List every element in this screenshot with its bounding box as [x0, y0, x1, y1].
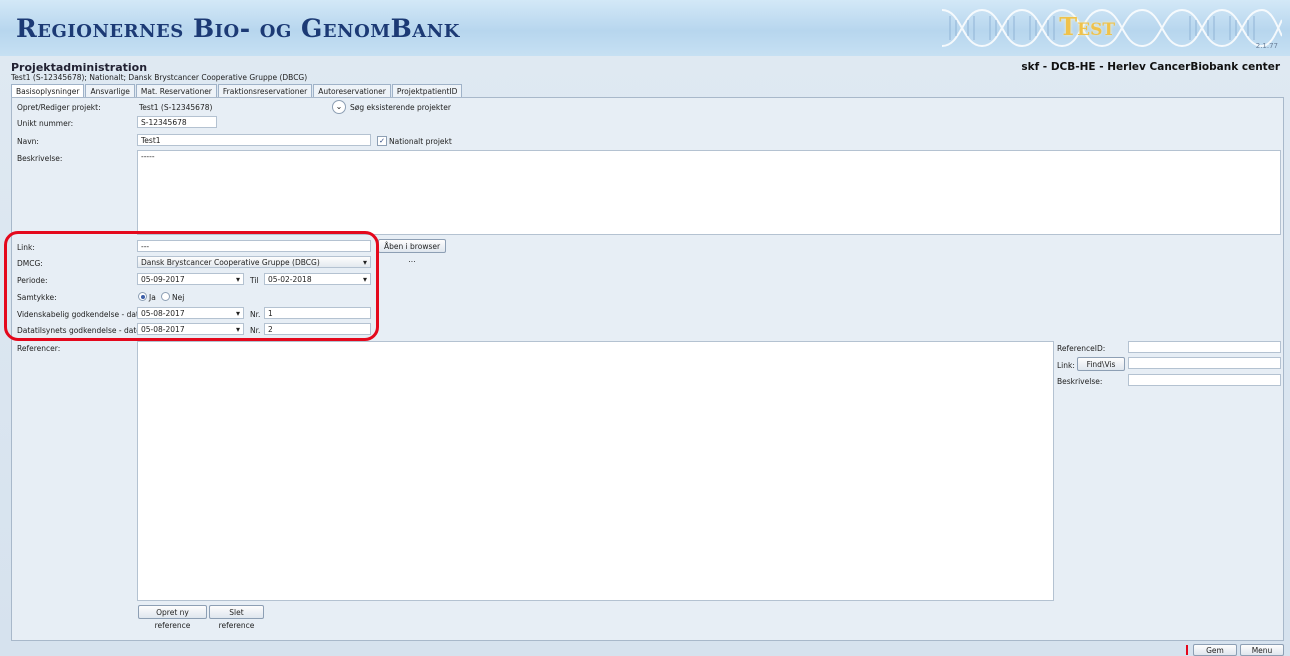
- menu-button[interactable]: Menu: [1240, 644, 1284, 656]
- datatilsynet-approval-date[interactable]: 05-08-2017: [137, 323, 244, 336]
- open-in-browser-button[interactable]: Åben i browser ...: [378, 239, 446, 264]
- references-label: Referencer:: [17, 344, 61, 353]
- red-marker: [1186, 645, 1188, 655]
- name-label: Navn:: [17, 137, 39, 146]
- datatilsynet-nr-label: Nr.: [250, 326, 261, 335]
- link-label: Link:: [17, 243, 35, 252]
- consent-no-label: Nej: [172, 293, 185, 302]
- datatilsynet-nr-field[interactable]: 2: [264, 323, 371, 335]
- build-version: 2.1.77: [1255, 42, 1278, 50]
- reference-id-label: ReferenceID:: [1057, 344, 1106, 353]
- project-value: Test1 (S-12345678): [139, 103, 213, 112]
- test-environment-label: Test: [1059, 12, 1115, 41]
- period-to-date[interactable]: 05-02-2018: [264, 273, 371, 286]
- scientific-nr-field[interactable]: 1: [264, 307, 371, 319]
- tab-bar: Basisoplysninger Ansvarlige Mat. Reserva…: [11, 84, 463, 98]
- dmcg-select[interactable]: Dansk Brystcancer Cooperative Gruppe (DB…: [137, 256, 371, 269]
- scientific-approval-date[interactable]: 05-08-2017: [137, 307, 244, 320]
- app-title: Regionernes Bio- og GenomBank: [16, 14, 460, 43]
- tab-projektpatientid[interactable]: ProjektpatientID: [391, 84, 463, 98]
- consent-no-radio[interactable]: [161, 292, 170, 301]
- references-list[interactable]: [137, 341, 1054, 601]
- unique-number-field[interactable]: S-12345678: [137, 116, 217, 128]
- period-label: Periode:: [17, 276, 48, 285]
- tab-fraktionsreservationer[interactable]: Fraktionsreservationer: [217, 84, 313, 98]
- description-field[interactable]: -----: [137, 150, 1281, 235]
- period-from-date[interactable]: 05-09-2017: [137, 273, 244, 286]
- link-field[interactable]: ---: [137, 240, 371, 252]
- find-view-button[interactable]: Find\Vis: [1077, 357, 1125, 371]
- unique-number-label: Unikt nummer:: [17, 119, 74, 128]
- delete-reference-button[interactable]: Slet reference: [209, 605, 264, 630]
- search-existing-projects[interactable]: Søg eksisterende projekter: [350, 103, 451, 112]
- reference-link-label: Link:: [1057, 361, 1075, 370]
- app-banner: Regionernes Bio- og GenomBank Test 2.1.7…: [0, 0, 1290, 56]
- scientific-nr-label: Nr.: [250, 310, 261, 319]
- tab-autoreservationer[interactable]: Autoreservationer: [313, 84, 391, 98]
- description-label: Beskrivelse:: [17, 154, 63, 163]
- bottom-bar: [0, 641, 1290, 656]
- datatilsynet-approval-label: Datatilsynets godkendelse - dato:: [17, 326, 144, 335]
- search-expand-icon[interactable]: ⌄: [332, 100, 346, 114]
- user-info: skf - DCB-HE - Herlev CancerBiobank cent…: [1021, 61, 1280, 73]
- reference-description-field[interactable]: [1128, 374, 1281, 386]
- consent-label: Samtykke:: [17, 293, 57, 302]
- national-checkbox[interactable]: ✓: [377, 136, 387, 146]
- consent-yes-label: Ja: [149, 293, 156, 302]
- tab-mat-reservationer[interactable]: Mat. Reservationer: [135, 84, 217, 98]
- tab-ansvarlige[interactable]: Ansvarlige: [85, 84, 135, 98]
- scientific-approval-label: Videnskabelig godkendelse - dato:: [17, 310, 147, 319]
- reference-link-field[interactable]: [1128, 357, 1281, 369]
- reference-description-label: Beskrivelse:: [1057, 377, 1103, 386]
- reference-id-field[interactable]: [1128, 341, 1281, 353]
- project-subtitle: Test1 (S-12345678); Nationalt; Dansk Bry…: [11, 73, 308, 82]
- tab-basisoplysninger[interactable]: Basisoplysninger: [11, 84, 85, 98]
- save-button[interactable]: Gem: [1193, 644, 1237, 656]
- dmcg-label: DMCG:: [17, 259, 43, 268]
- new-reference-button[interactable]: Opret ny reference: [138, 605, 207, 630]
- consent-yes-radio[interactable]: [138, 292, 147, 301]
- name-field[interactable]: Test1: [137, 134, 371, 146]
- project-label: Opret/Rediger projekt:: [17, 103, 101, 112]
- period-to-label: Til: [250, 276, 259, 285]
- national-label: Nationalt projekt: [389, 137, 452, 146]
